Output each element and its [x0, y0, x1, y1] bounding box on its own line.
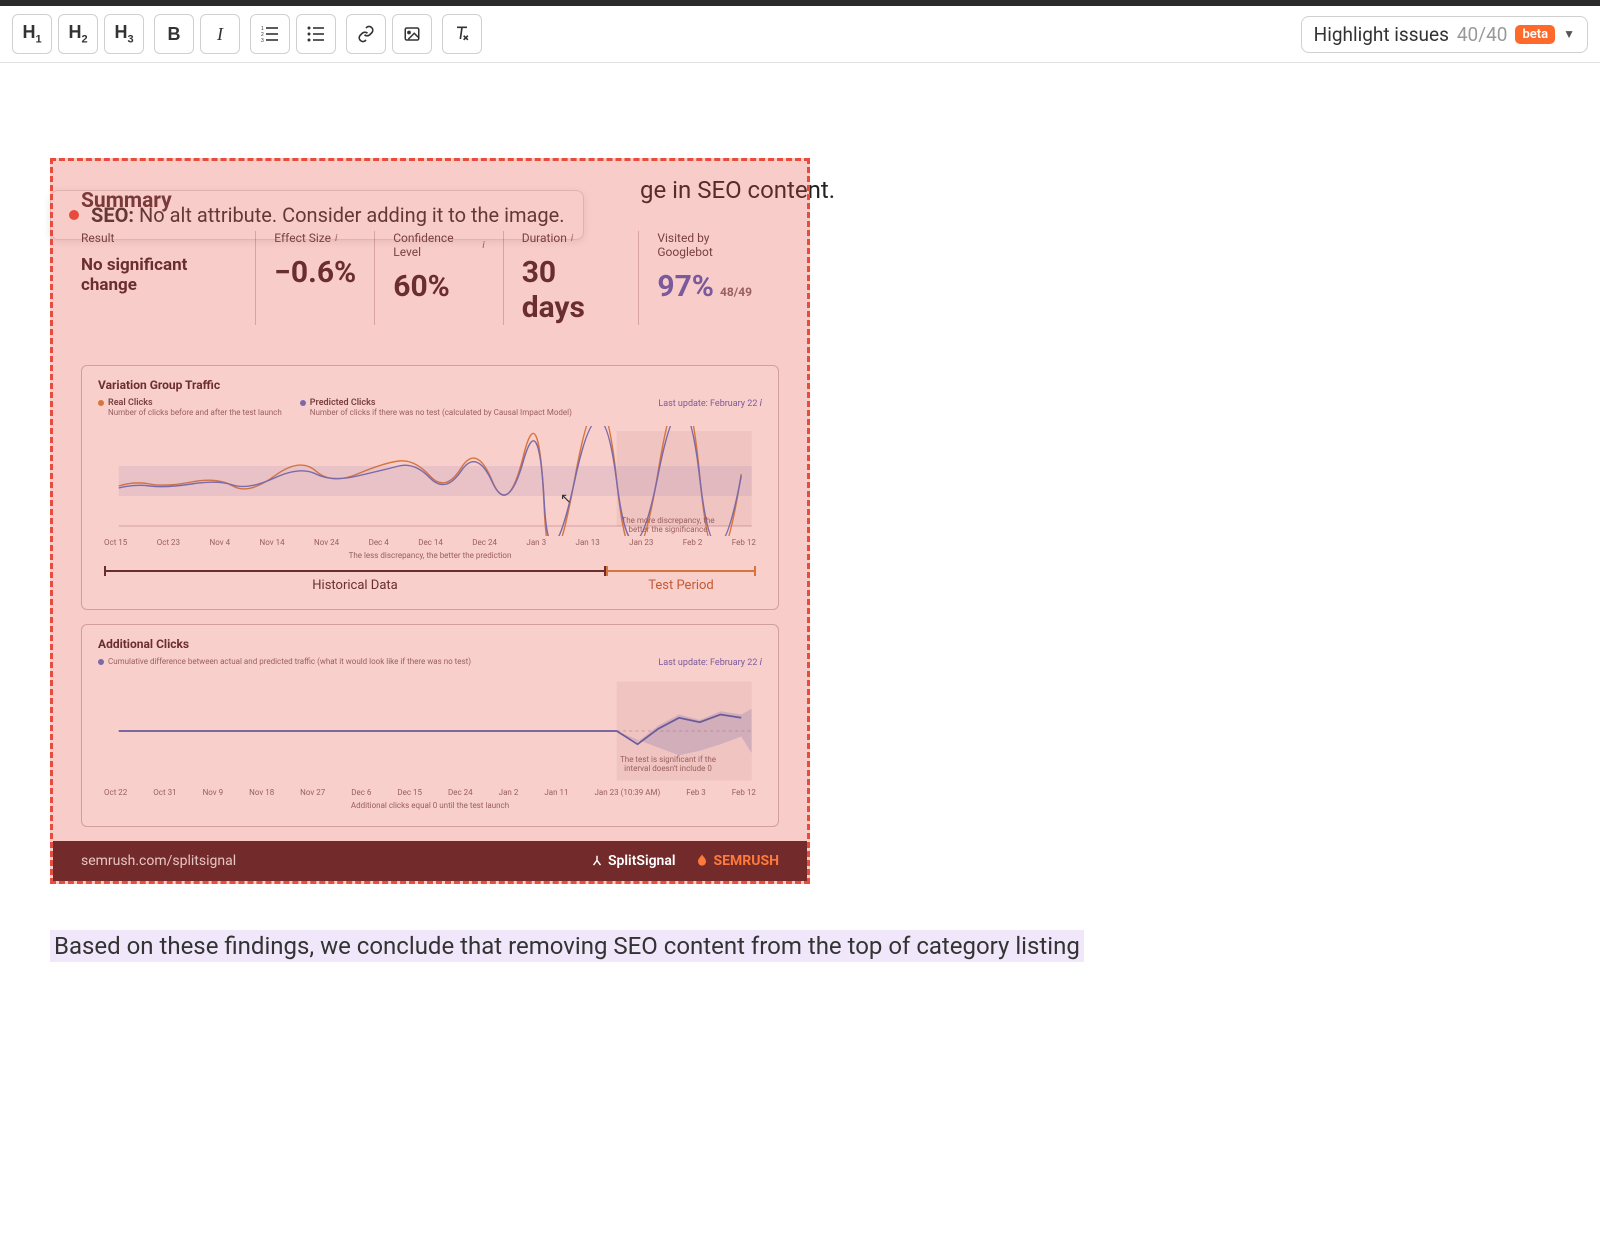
splitsignal-logo: SplitSignal — [590, 853, 676, 869]
flame-icon — [694, 853, 710, 869]
highlight-issues-toggle[interactable]: Highlight issues 40/40 beta ▼ — [1301, 16, 1588, 53]
svg-text:3: 3 — [261, 38, 264, 43]
highlighted-image-missing-alt[interactable]: Summary Result No significant change Eff… — [50, 158, 810, 884]
chart1-xticks: Oct 15Oct 23Nov 4Nov 14Nov 24Dec 4Dec 14… — [98, 538, 762, 547]
historical-period-label: Historical Data — [104, 570, 606, 593]
legend-predicted-clicks: Predicted ClicksNumber of clicks if ther… — [300, 398, 572, 418]
image-footer: semrush.com/splitsignal SplitSignal SEMR… — [53, 841, 807, 881]
summary-panel: Summary Result No significant change Eff… — [53, 161, 807, 359]
info-icon[interactable]: i — [482, 240, 484, 251]
highlighted-paragraph[interactable]: Based on these findings, we conclude tha… — [50, 930, 1084, 962]
info-icon[interactable]: i — [335, 233, 337, 244]
metric-confidence: Confidence Leveli 60% — [374, 231, 502, 325]
editor-toolbar: H1 H2 H3 B I 123 Highlight issues 40/40 … — [0, 6, 1600, 63]
semrush-logo: SEMRUSH — [694, 853, 779, 869]
ordered-list-button[interactable]: 123 — [250, 14, 290, 54]
bullet-list-button[interactable] — [296, 14, 336, 54]
image-icon — [403, 25, 421, 43]
chart-additional-clicks: Additional Clicks Cumulative difference … — [81, 624, 779, 827]
italic-button[interactable]: I — [200, 14, 240, 54]
clear-format-button[interactable] — [442, 14, 482, 54]
ordered-list-icon: 123 — [261, 25, 279, 43]
metric-duration: Durationi 30 days — [503, 231, 639, 325]
highlight-count: 40/40 — [1457, 23, 1508, 46]
split-icon — [590, 854, 604, 868]
heading-2-button[interactable]: H2 — [58, 14, 98, 54]
info-icon[interactable]: i — [571, 233, 573, 244]
metric-result: Result No significant change — [81, 231, 255, 325]
chevron-down-icon: ▼ — [1563, 27, 1575, 41]
test-period-label: Test Period — [606, 570, 756, 593]
clear-format-icon — [452, 24, 472, 44]
heading-3-button[interactable]: H3 — [104, 14, 144, 54]
last-update: Last update: February 22 i — [658, 657, 762, 668]
last-update: Last update: February 22 i — [658, 398, 762, 418]
footer-url: semrush.com/splitsignal — [81, 853, 236, 869]
highlight-label: Highlight issues — [1314, 23, 1449, 46]
image-button[interactable] — [392, 14, 432, 54]
heading-1-button[interactable]: H1 — [12, 14, 52, 54]
editor-content[interactable]: ge in SEO content. SEO: No alt attribute… — [0, 158, 1600, 990]
metric-visited: Visited by Googlebot 97%48/49 — [638, 231, 779, 325]
bold-button[interactable]: B — [154, 14, 194, 54]
chart2-xticks: Oct 22Oct 31Nov 9Nov 18Nov 27Dec 6Dec 15… — [98, 788, 762, 797]
link-button[interactable] — [346, 14, 386, 54]
chart-variation-traffic: Variation Group Traffic Real ClicksNumbe… — [81, 365, 779, 610]
bullet-list-icon — [307, 25, 325, 43]
legend-real-clicks: Real ClicksNumber of clicks before and a… — [98, 398, 282, 418]
summary-title: Summary — [81, 189, 779, 213]
link-icon — [357, 25, 375, 43]
metric-effect-size: Effect Sizei −0.6% — [255, 231, 374, 325]
beta-badge: beta — [1515, 25, 1555, 44]
legend-cumulative: Cumulative difference between actual and… — [98, 657, 471, 668]
